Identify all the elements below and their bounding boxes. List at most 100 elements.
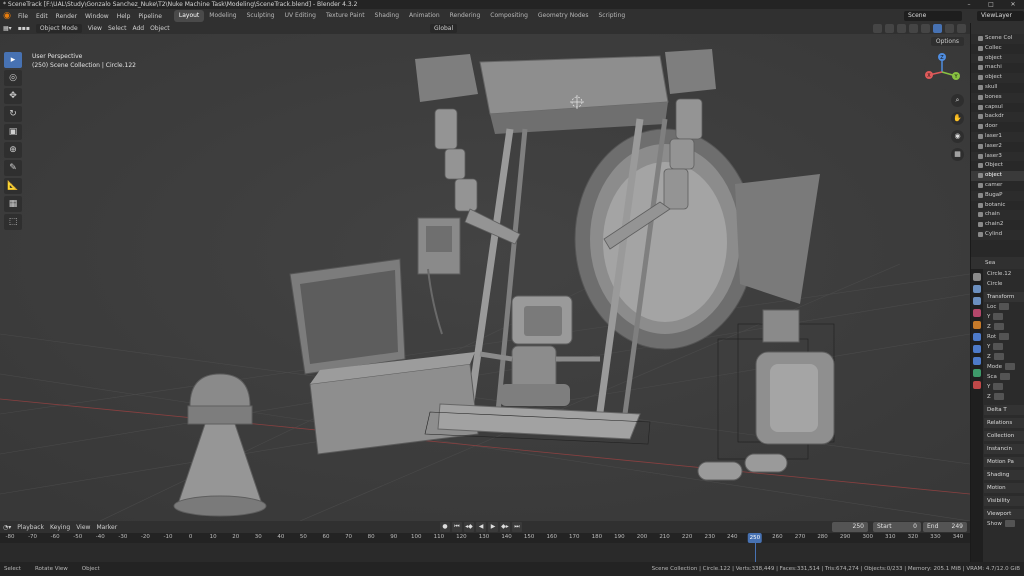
properties-section[interactable]: Motion Pa	[984, 457, 1024, 467]
view-layer-selector[interactable]: ViewLayer	[977, 11, 1024, 21]
menu-window[interactable]: Window	[81, 13, 113, 20]
outliner-item[interactable]: camer	[971, 181, 1024, 191]
physics-tab-icon[interactable]	[973, 357, 981, 365]
minimize-icon[interactable]: –	[958, 0, 980, 9]
value-field[interactable]	[993, 353, 1004, 360]
outliner-item[interactable]: laser3	[971, 151, 1024, 162]
end-frame-field[interactable]: End 249	[923, 522, 967, 532]
properties-section[interactable]: Shading	[984, 470, 1024, 480]
move-tool-icon[interactable]: ✥	[4, 88, 22, 104]
xray-icon[interactable]	[909, 24, 918, 33]
value-field[interactable]	[993, 343, 1004, 350]
outliner-item[interactable]: object	[971, 73, 1024, 83]
gizmo-toggle-icon[interactable]	[885, 24, 894, 33]
editor-type-icon[interactable]: ▦▾	[0, 25, 15, 32]
menu-file[interactable]: File	[14, 13, 32, 20]
value-field[interactable]	[1004, 520, 1015, 527]
scene-tab-icon[interactable]	[973, 309, 981, 317]
annotate-tool-icon[interactable]: ✎	[4, 160, 22, 176]
jump-end-icon[interactable]: ⏭	[512, 522, 522, 532]
add-primitive-tool-icon[interactable]: ⬚	[4, 214, 22, 230]
viewport-menu-view[interactable]: View	[85, 25, 105, 32]
start-frame-field[interactable]: Start 0	[873, 522, 921, 532]
value-field[interactable]	[1005, 363, 1015, 370]
value-field[interactable]	[993, 313, 1004, 320]
properties-field[interactable]: Rot	[984, 332, 1024, 342]
frame-ruler[interactable]: -80 -70 -60 -50 -40 -30 -20 -10 0 10 20 30 40 50 60 70 8…	[0, 533, 970, 543]
ortho-grid-icon[interactable]: ▦	[951, 148, 964, 161]
outliner-item[interactable]: Object	[971, 161, 1024, 171]
pan-hand-icon[interactable]: ✋	[951, 112, 964, 125]
outliner-item[interactable]: botanic	[971, 201, 1024, 211]
visibility-icon[interactable]	[873, 24, 882, 33]
menu-pipeline[interactable]: Pipeline	[134, 13, 165, 20]
play-icon[interactable]: ▶	[488, 522, 498, 532]
modifier-tab-icon[interactable]	[973, 333, 981, 341]
workspace-tab-layout[interactable]: Layout	[173, 10, 205, 22]
rendered-shading-icon[interactable]	[957, 24, 966, 33]
outliner-item[interactable]: Collec	[971, 44, 1024, 54]
current-frame-field[interactable]: 250	[832, 522, 868, 532]
scene-selector[interactable]: Scene	[904, 11, 962, 21]
measure-tool-icon[interactable]: 📐	[4, 178, 22, 194]
solid-shading-icon[interactable]	[933, 24, 942, 33]
outliner-item[interactable]: laser1	[971, 131, 1024, 142]
outliner-item[interactable]: door	[971, 122, 1024, 132]
select-box-tool-icon[interactable]: ▸	[4, 52, 22, 68]
menu-render[interactable]: Render	[52, 13, 81, 20]
value-field[interactable]	[999, 333, 1010, 340]
timeline-editor-icon[interactable]: ◔▾	[0, 524, 14, 531]
select-mode-icons[interactable]: ▪▪▪	[15, 25, 33, 32]
timeline-menu-view[interactable]: View	[73, 524, 93, 531]
workspace-tab-geometry-nodes[interactable]: Geometry Nodes	[533, 10, 594, 22]
3d-viewport[interactable]: ▸ ◎ ✥ ↻ ▣ ⊕ ✎ 📐 ▦ ⬚ User Perspective (250) Scene …	[0, 34, 970, 521]
menu-help[interactable]: Help	[113, 13, 135, 20]
properties-section[interactable]: Visibility	[984, 496, 1024, 506]
timeline-menu-playback[interactable]: Playback	[14, 524, 47, 531]
render-tab-icon[interactable]	[973, 285, 981, 293]
blender-logo-icon[interactable]: ◉	[0, 9, 14, 23]
outliner-item[interactable]: capsul	[971, 103, 1024, 113]
transform-tool-icon[interactable]: ⊕	[4, 142, 22, 158]
properties-search[interactable]: Sea	[985, 260, 995, 266]
zoom-icon[interactable]: ⌕	[951, 94, 964, 107]
properties-field[interactable]: Z	[984, 322, 1024, 332]
playhead-line[interactable]	[754, 543, 756, 562]
properties-section[interactable]: Relations	[984, 418, 1024, 428]
properties-section[interactable]: Viewport	[984, 509, 1024, 519]
properties-section[interactable]: Delta T	[984, 405, 1024, 415]
properties-field[interactable]: Mode	[984, 362, 1024, 372]
material-shading-icon[interactable]	[945, 24, 954, 33]
maximize-icon[interactable]: □	[980, 0, 1002, 9]
outliner-item[interactable]: chain2	[971, 220, 1024, 230]
overlay-toggle-icon[interactable]	[897, 24, 906, 33]
workspace-tab-modeling[interactable]: Modeling	[204, 10, 241, 22]
jump-start-icon[interactable]: ⏮	[452, 522, 462, 532]
properties-field[interactable]: Y	[984, 382, 1024, 392]
object-name-field[interactable]: Circle.12	[984, 269, 1024, 279]
viewport-menu-add[interactable]: Add	[129, 25, 147, 32]
properties-field[interactable]: Sca	[984, 372, 1024, 382]
workspace-tab-uv-editing[interactable]: UV Editing	[280, 10, 321, 22]
outliner-item[interactable]: object	[971, 171, 1024, 181]
properties-section[interactable]: Transform	[984, 292, 1024, 302]
navigation-gizmo[interactable]: Z Y X	[922, 52, 962, 92]
workspace-tab-rendering[interactable]: Rendering	[445, 10, 486, 22]
timeline-menu-marker[interactable]: Marker	[93, 524, 120, 531]
wireframe-shading-icon[interactable]	[921, 24, 930, 33]
outliner-item[interactable]: skull	[971, 83, 1024, 93]
play-reverse-icon[interactable]: ◀	[476, 522, 486, 532]
next-key-icon[interactable]: ◆▸	[500, 522, 510, 532]
timeline-editor[interactable]: -80 -70 -60 -50 -40 -30 -20 -10 0 10 20 30 40 50 60 70 8…	[0, 533, 970, 562]
outliner-panel[interactable]: Scene Col Collec object machi object skull bon…	[970, 23, 1024, 257]
workspace-tab-texture-paint[interactable]: Texture Paint	[321, 10, 370, 22]
output-tab-icon[interactable]	[973, 297, 981, 305]
viewport-menu-select[interactable]: Select	[105, 25, 130, 32]
tool-tab-icon[interactable]	[973, 273, 981, 281]
menu-edit[interactable]: Edit	[32, 13, 52, 20]
record-icon[interactable]: ●	[440, 522, 450, 532]
workspace-tab-scripting[interactable]: Scripting	[594, 10, 631, 22]
properties-field[interactable]: Z	[984, 392, 1024, 402]
properties-field[interactable]: Z	[984, 352, 1024, 362]
value-field[interactable]	[993, 323, 1004, 330]
